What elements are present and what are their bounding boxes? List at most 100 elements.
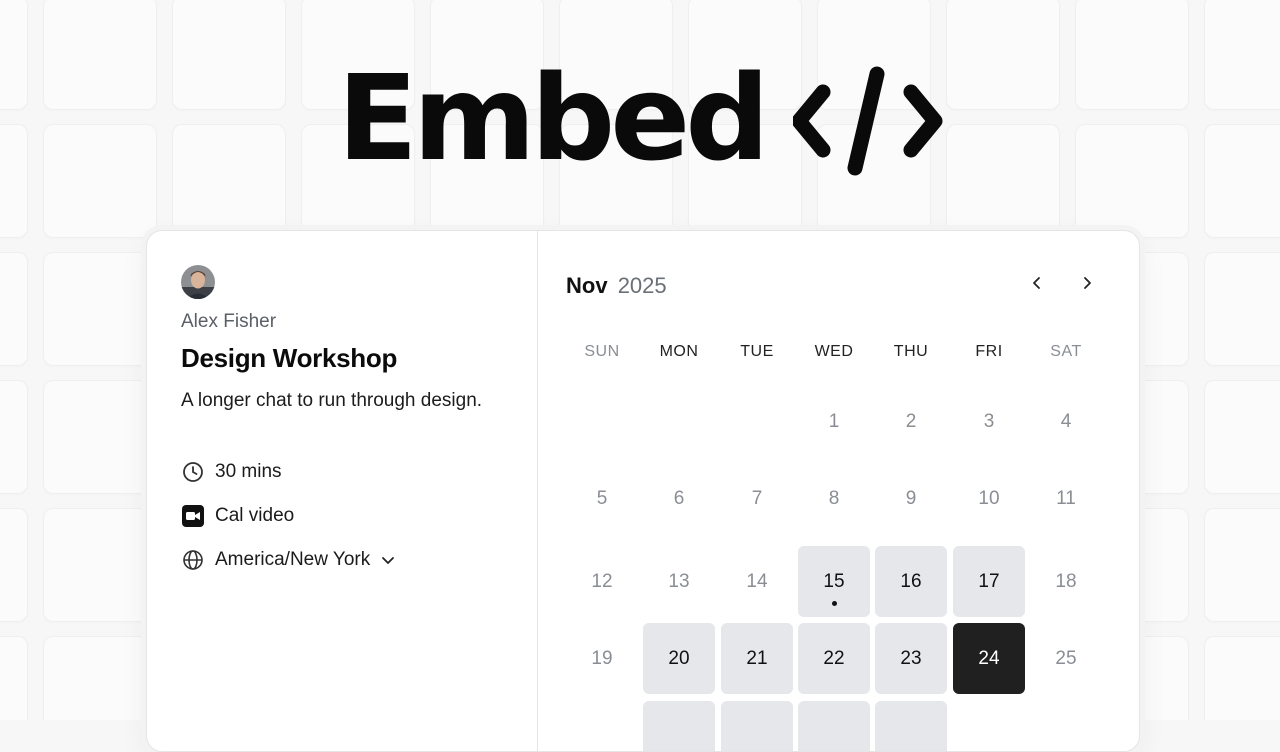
day-number: 20 — [668, 647, 690, 669]
day-number: 22 — [823, 647, 845, 669]
background-tile — [43, 380, 157, 494]
calendar-day-partial[interactable] — [875, 701, 947, 751]
avatar — [181, 265, 215, 299]
calendar-day-partial[interactable] — [643, 701, 715, 751]
day-number: 23 — [900, 647, 922, 669]
weekday-sun: SUN — [584, 343, 620, 360]
hero-title: Embed — [337, 49, 770, 187]
day-number: 12 — [591, 570, 613, 592]
day-number: 24 — [978, 647, 1000, 669]
globe-icon — [181, 548, 205, 572]
weekday-tue: TUE — [740, 343, 774, 360]
day-number: 16 — [900, 570, 922, 592]
calendar-day-partial[interactable] — [721, 701, 793, 751]
background-tile — [1204, 508, 1280, 622]
code-brackets-icon — [792, 66, 943, 176]
calendar-day-11: 11 — [1030, 463, 1102, 534]
calendar-day-5: 5 — [566, 463, 638, 534]
duration-text: 30 mins — [215, 461, 282, 482]
day-number: 21 — [746, 647, 768, 669]
calendar-day-13: 13 — [643, 546, 715, 617]
calendar-day-14: 14 — [721, 546, 793, 617]
weekday-wed: WED — [814, 343, 854, 360]
background-tile — [0, 636, 28, 720]
calendar-day-10: 10 — [953, 463, 1025, 534]
day-number: 1 — [828, 410, 840, 432]
calendar-day-20[interactable]: 20 — [643, 623, 715, 694]
weekday-fri: FRI — [975, 343, 1003, 360]
day-number: 15 — [823, 570, 845, 592]
calendar-day-3: 3 — [953, 386, 1025, 457]
calendar-day-23[interactable]: 23 — [875, 623, 947, 694]
calendar-day-24[interactable]: 24 — [953, 623, 1025, 694]
calendar-day-4: 4 — [1030, 386, 1102, 457]
calendar-day-6: 6 — [643, 463, 715, 534]
calendar-day-19: 19 — [566, 623, 638, 694]
weekday-sat: SAT — [1050, 343, 1082, 360]
event-title: Design Workshop — [181, 343, 398, 373]
calendar-day-17[interactable]: 17 — [953, 546, 1025, 617]
timezone-selector[interactable]: America/New York — [181, 538, 511, 582]
year-label: 2025 — [617, 273, 667, 298]
timezone-text: America/New York — [215, 549, 371, 570]
day-number: 13 — [668, 570, 690, 592]
duration-row: 30 mins — [181, 450, 511, 494]
clock-icon — [181, 460, 205, 484]
video-camera-icon — [181, 504, 205, 528]
day-number: 3 — [983, 410, 995, 432]
booking-card: Alex Fisher Design Workshop A longer cha… — [146, 230, 1140, 752]
weekday-mon: MON — [659, 343, 699, 360]
previous-month-button[interactable] — [1025, 271, 1049, 295]
day-number: 11 — [1056, 487, 1076, 509]
background-tile — [1204, 380, 1280, 494]
location-row: Cal video — [181, 494, 511, 538]
day-number: 5 — [596, 487, 608, 509]
background-tile — [43, 508, 157, 622]
calendar-day-25: 25 — [1030, 623, 1102, 694]
day-number: 8 — [828, 487, 840, 509]
day-number: 2 — [905, 410, 917, 432]
month-navigation — [1025, 271, 1099, 295]
background-tile — [1204, 252, 1280, 366]
day-number: 18 — [1055, 570, 1077, 592]
day-number: 4 — [1060, 410, 1072, 432]
day-number: 7 — [751, 487, 763, 509]
day-number: 25 — [1055, 647, 1077, 669]
calendar-day-22[interactable]: 22 — [798, 623, 870, 694]
background-tile — [43, 636, 157, 720]
event-description: A longer chat to run through design. — [181, 390, 483, 411]
background-tile — [0, 508, 28, 622]
calendar-day-15[interactable]: 15 — [798, 546, 870, 617]
calendar-day-9: 9 — [875, 463, 947, 534]
calendar-day-2: 2 — [875, 386, 947, 457]
calendar-panel: Nov 2025 SUN MON TUE WED THU FRI SAT 123456789… — [538, 231, 1139, 751]
calendar-day-8: 8 — [798, 463, 870, 534]
background-tile — [1204, 636, 1280, 720]
day-number: 10 — [978, 487, 1000, 509]
month-label: Nov — [566, 273, 608, 298]
weekday-thu: THU — [893, 343, 929, 360]
next-month-button[interactable] — [1075, 271, 1099, 295]
background-tile — [0, 380, 28, 494]
chevron-left-icon — [1033, 277, 1040, 289]
calendar-day-partial[interactable] — [798, 701, 870, 751]
hero-heading: Embed — [0, 58, 1280, 178]
calendar-day-18: 18 — [1030, 546, 1102, 617]
calendar-day-7: 7 — [721, 463, 793, 534]
day-number: 17 — [978, 570, 1000, 592]
day-number: 6 — [673, 487, 685, 509]
calendar-day-12: 12 — [566, 546, 638, 617]
calendar-day-21[interactable]: 21 — [721, 623, 793, 694]
background-tile — [43, 252, 157, 366]
chevron-down-icon — [382, 557, 395, 564]
day-number: 14 — [746, 570, 768, 592]
day-number: 19 — [591, 647, 613, 669]
host-name: Alex Fisher — [181, 311, 277, 332]
day-number: 9 — [905, 487, 917, 509]
event-details-panel: Alex Fisher Design Workshop A longer cha… — [181, 265, 511, 582]
event-meta: 30 mins Cal video America/New York — [181, 450, 511, 582]
today-indicator-dot — [831, 601, 837, 606]
month-heading: Nov 2025 — [566, 273, 667, 299]
calendar-day-16[interactable]: 16 — [875, 546, 947, 617]
background-tile — [0, 252, 28, 366]
